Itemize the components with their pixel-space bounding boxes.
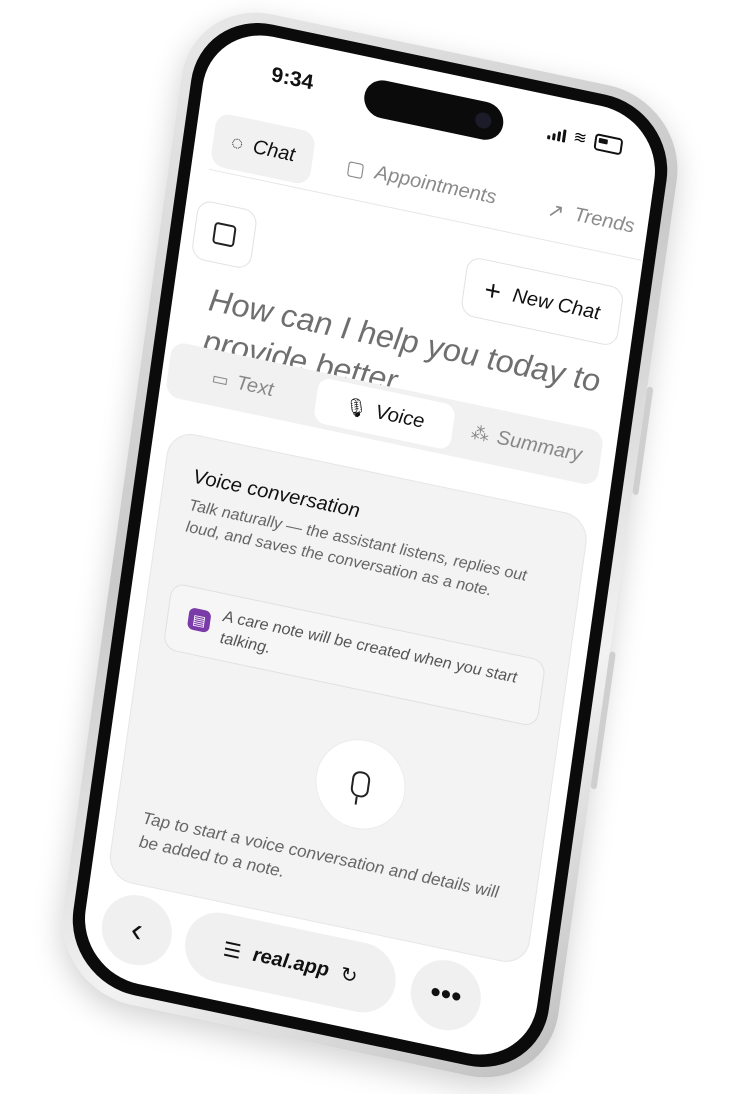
chat-icon: ◌ [229, 130, 245, 155]
dynamic-island [361, 76, 506, 144]
start-voice-button[interactable] [309, 730, 412, 838]
sidebar-icon [211, 221, 237, 248]
reload-icon[interactable]: ↻ [339, 961, 359, 989]
tab-chat-label: Chat [251, 135, 297, 166]
mic-icon [349, 769, 372, 799]
more-icon: ••• [427, 975, 464, 1015]
grid-icon: ⁂ [469, 421, 491, 446]
care-note-text: A care note will be created when you sta… [218, 608, 518, 687]
back-button[interactable]: ‹ [97, 888, 177, 972]
camera-dot [474, 110, 493, 130]
tab-appointments[interactable]: ▢ Appointments [325, 136, 518, 228]
tab-chat[interactable]: ◌ Chat [209, 111, 317, 186]
care-note-banner: ▤ A care note will be created when you s… [162, 582, 547, 728]
mode-summary-label: Summary [495, 426, 584, 466]
tab-trends[interactable]: ↗ Trends [526, 179, 656, 258]
mode-text-label: Text [235, 371, 275, 401]
sidebar-toggle-button[interactable] [190, 198, 259, 271]
note-icon: ▤ [186, 607, 212, 634]
new-chat-button[interactable]: + New Chat [459, 255, 625, 348]
more-button[interactable]: ••• [406, 953, 486, 1037]
battery-icon [593, 133, 624, 156]
status-icons: ≋ [546, 123, 624, 156]
stage: 9:34 ≋ ◌ Chat ▢ Appointments ↗ Trends + … [0, 0, 742, 1093]
trend-icon: ↗ [545, 198, 566, 224]
phone-mockup: 9:34 ≋ ◌ Chat ▢ Appointments ↗ Trends + … [52, 0, 688, 1093]
text-icon: ▭ [210, 367, 231, 391]
phone-screen: 9:34 ≋ ◌ Chat ▢ Appointments ↗ Trends + … [76, 23, 664, 1067]
voice-card: Voice conversation Talk naturally — the … [106, 429, 591, 967]
status-time: 9:34 [269, 63, 315, 95]
mode-voice-label: Voice [373, 400, 426, 433]
tab-appointments-label: Appointments [373, 161, 498, 209]
tab-trends-label: Trends [572, 203, 636, 238]
tabs-icon: ☰ [221, 938, 243, 964]
calendar-icon: ▢ [344, 156, 367, 182]
signal-icon [546, 125, 567, 143]
address-text: real.app [251, 943, 331, 981]
plus-icon: + [482, 273, 504, 308]
wifi-icon: ≋ [572, 128, 588, 148]
new-chat-label: New Chat [511, 284, 602, 324]
chevron-left-icon: ‹ [128, 909, 146, 950]
mic-icon: 🎙 [343, 395, 369, 420]
